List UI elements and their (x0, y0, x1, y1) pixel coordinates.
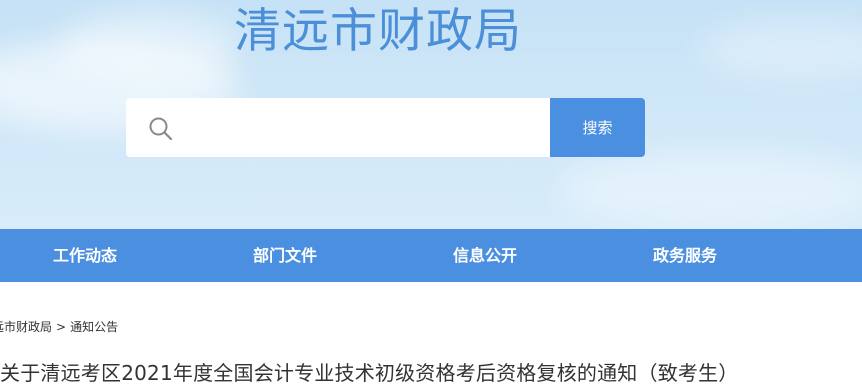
cloud-decoration (560, 150, 862, 229)
nav-item-work-news[interactable]: 工作动态 (0, 229, 185, 282)
nav-item-information-disclosure[interactable]: 信息公开 (385, 229, 585, 282)
hero-banner: 清远市财政局 搜索 (0, 0, 862, 229)
search-box (126, 98, 550, 157)
cloud-decoration (700, 20, 862, 80)
breadcrumb: 远市财政局 >通知公告 (0, 318, 118, 335)
breadcrumb-home-link[interactable]: 远市财政局 (0, 320, 52, 334)
breadcrumb-separator: > (56, 320, 67, 334)
nav-item-department-documents[interactable]: 部门文件 (185, 229, 385, 282)
site-title: 清远市财政局 (234, 4, 522, 59)
main-nav: 工作动态 部门文件 信息公开 政务服务 (0, 229, 862, 282)
search-button[interactable]: 搜索 (550, 98, 645, 157)
cloud-decoration (60, 10, 240, 80)
breadcrumb-notices-link[interactable]: 通知公告 (70, 320, 118, 334)
article-title: 关于清远考区2021年度全国会计专业技术初级资格考后资格复核的通知（致考生） (0, 361, 739, 385)
nav-item-government-services[interactable]: 政务服务 (585, 229, 785, 282)
search-input[interactable] (186, 108, 540, 149)
search-icon (148, 116, 174, 142)
